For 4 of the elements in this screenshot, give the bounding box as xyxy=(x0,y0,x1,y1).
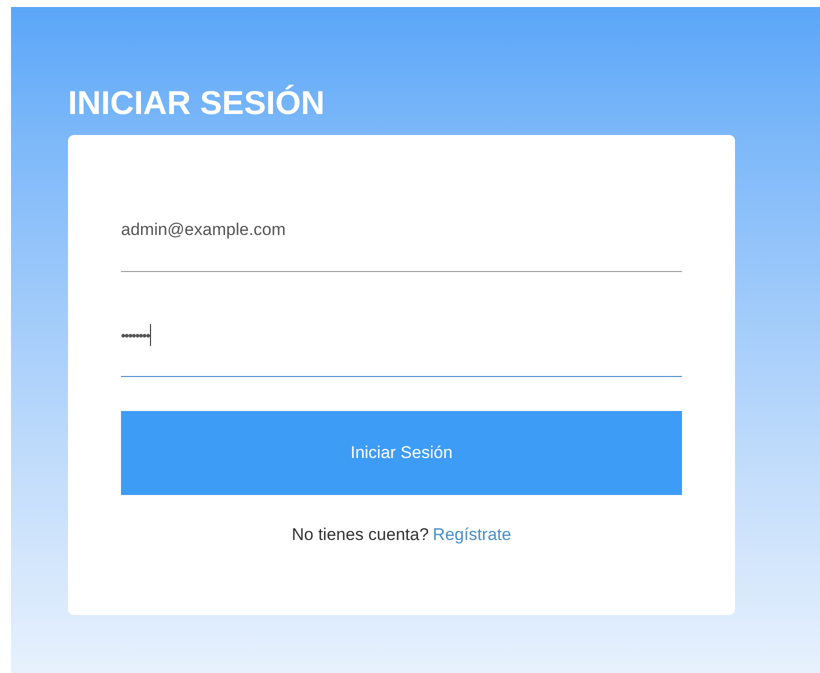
signup-prompt: No tienes cuenta? xyxy=(292,525,429,545)
page-title: INICIAR SESIÓN xyxy=(68,85,325,121)
email-field[interactable]: admin@example.com xyxy=(121,207,682,272)
password-field[interactable]: •••••••• xyxy=(121,312,682,377)
